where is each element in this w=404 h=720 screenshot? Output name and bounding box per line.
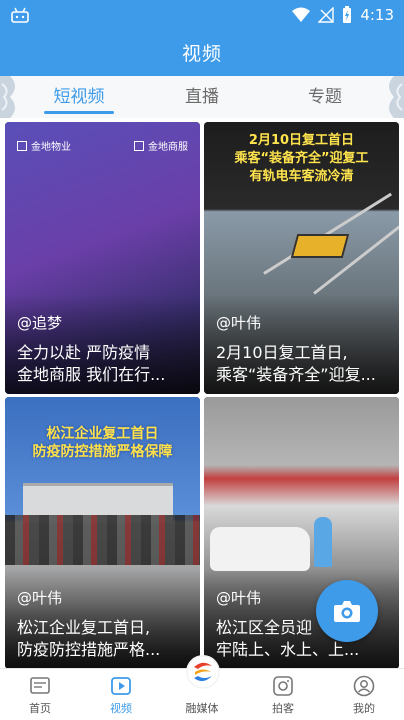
video-author[interactable]: @叶伟 — [17, 587, 62, 608]
battery-charging-icon — [343, 6, 352, 23]
video-icon — [111, 677, 131, 695]
car-image — [210, 527, 310, 571]
video-card[interactable]: 金地物业 金地商服 @追梦 全力以赴 严防疫情 金地商服 我们在行... — [5, 122, 200, 394]
crowd-image — [5, 515, 200, 565]
video-caption: 全力以赴 严防疫情 金地商服 我们在行... — [17, 343, 166, 384]
tab-label: 短视频 — [53, 87, 105, 107]
cloud-ornament-icon — [0, 76, 15, 118]
home-icon — [30, 677, 50, 694]
android-robot-icon — [11, 7, 29, 23]
video-caption: 2月10日复工首日, 乘客“装备齐全”迎复... — [216, 343, 376, 384]
nav-mine[interactable]: 我的 — [324, 669, 404, 720]
video-author[interactable]: @叶伟 — [216, 312, 261, 333]
nav-video[interactable]: 视频 — [81, 669, 161, 720]
camera-upload-button[interactable] — [316, 580, 378, 642]
worker-image — [314, 517, 332, 567]
cloud-ornament-icon — [389, 76, 404, 118]
no-signal-icon — [318, 7, 335, 23]
tab-topics[interactable]: 专题 — [270, 76, 380, 118]
page-title: 视频 — [181, 43, 222, 65]
tab-live[interactable]: 直播 — [147, 76, 257, 118]
video-card[interactable]: 2月10日复工首日 乘客“装备齐全”迎复工 有轨电车客流冷清 @叶伟 2月10日… — [204, 122, 399, 394]
nav-label: 首页 — [29, 702, 51, 715]
tram-image — [290, 234, 350, 258]
nav-home[interactable]: 首页 — [0, 669, 80, 720]
video-card[interactable]: 松江企业复工首日 防疫防控措施严格保障 @叶伟 松江企业复工首日, 防疫防控措施… — [5, 397, 200, 669]
nav-label: 融媒体 — [185, 702, 219, 715]
media-logo-icon — [186, 655, 220, 689]
app-header: 视频 — [0, 30, 404, 76]
brand-row: 金地物业 金地商服 — [17, 138, 188, 153]
brand-logo: 金地商服 — [134, 138, 188, 153]
tab-label: 专题 — [308, 87, 342, 107]
thumbnail-headline: 松江企业复工首日 防疫防控措施严格保障 — [32, 426, 173, 460]
brand-mark-icon — [134, 140, 144, 151]
brand-mark-icon — [17, 140, 27, 151]
nav-paike[interactable]: 拍客 — [243, 669, 323, 720]
nav-label: 拍客 — [272, 702, 294, 715]
tab-label: 直播 — [185, 87, 219, 107]
bottom-nav: 首页 视频 融媒体 拍客 我的 — [0, 655, 404, 720]
camera-square-icon — [273, 676, 293, 696]
tab-bar: 短视频 直播 专题 — [0, 76, 404, 118]
video-caption: 松江企业复工首日, 防疫防控措施严格... — [17, 618, 161, 659]
status-bar: 4:13 — [0, 0, 404, 30]
status-time: 4:13 — [360, 6, 394, 24]
nav-label: 我的 — [353, 702, 375, 715]
brand-name: 金地物业 — [31, 142, 71, 153]
brand-logo: 金地物业 — [17, 138, 71, 153]
video-author[interactable]: @追梦 — [17, 312, 62, 333]
user-icon — [353, 675, 375, 697]
video-author[interactable]: @叶伟 — [216, 587, 261, 608]
camera-icon — [334, 601, 360, 622]
tab-active-indicator — [44, 111, 114, 114]
thumbnail-headline: 2月10日复工首日 乘客“装备齐全”迎复工 有轨电车客流冷清 — [234, 133, 369, 184]
wifi-icon — [292, 7, 311, 22]
tab-short-video[interactable]: 短视频 — [24, 76, 134, 118]
nav-media[interactable]: 融媒体 — [162, 655, 242, 720]
brand-name: 金地商服 — [148, 142, 188, 153]
nav-label: 视频 — [110, 702, 132, 715]
